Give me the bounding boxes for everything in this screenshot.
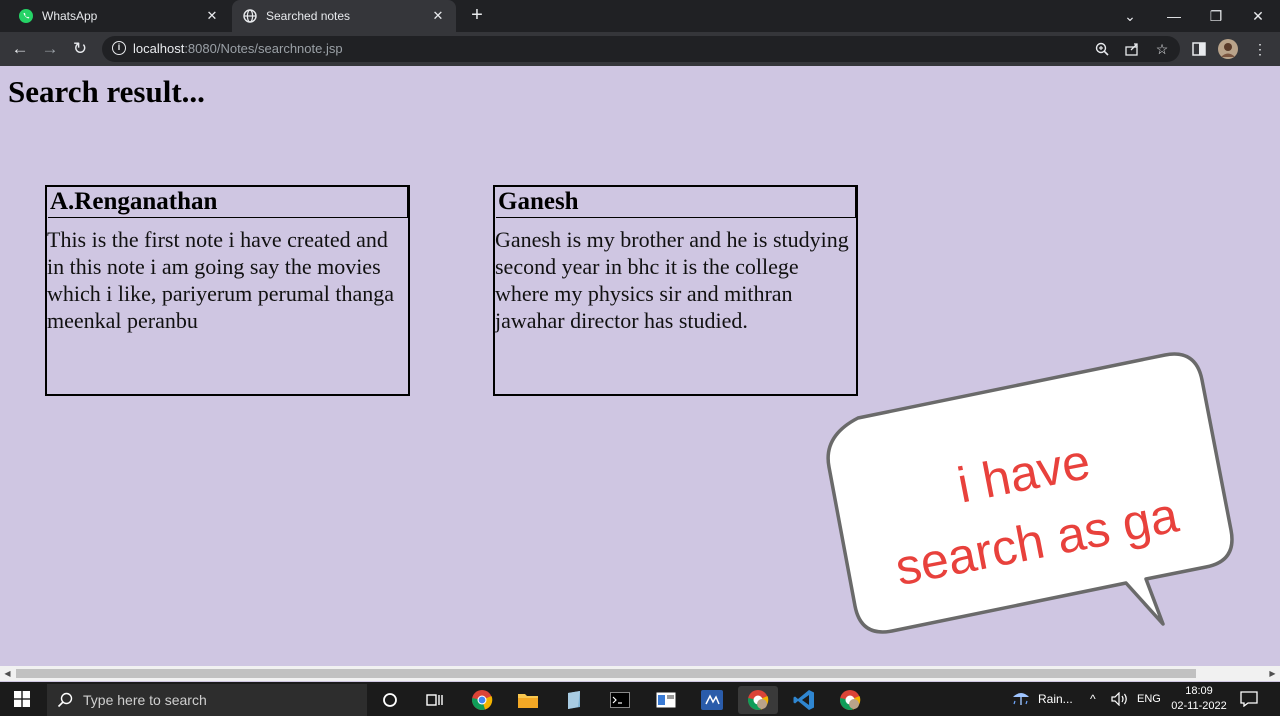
new-tab-button[interactable]: + xyxy=(466,4,488,26)
side-panel-icon[interactable] xyxy=(1189,39,1209,59)
window-close-button[interactable]: ✕ xyxy=(1236,0,1280,32)
share-icon[interactable] xyxy=(1122,39,1142,59)
url-text[interactable]: localhost:8080/Notes/searchnote.jsp xyxy=(133,41,343,56)
close-icon[interactable]: ✕ xyxy=(204,8,220,24)
url-path: :8080/Notes/searchnote.jsp xyxy=(184,41,343,56)
close-icon[interactable]: ✕ xyxy=(430,8,446,24)
clock-time: 18:09 xyxy=(1185,685,1213,697)
site-info-icon[interactable]: i xyxy=(112,41,126,55)
scrollbar-thumb[interactable] xyxy=(16,669,1196,678)
tab-label: Searched notes xyxy=(266,9,351,23)
note-card: Ganesh Ganesh is my brother and he is st… xyxy=(493,185,858,396)
annotation-line-1: i have xyxy=(953,433,1095,513)
show-hidden-icons-chevron-icon[interactable]: ^ xyxy=(1090,682,1096,716)
search-icon xyxy=(57,692,73,708)
weather-text: Rain... xyxy=(1038,692,1073,706)
annotation-line-2: search as ga xyxy=(891,486,1183,596)
taskbar-search-input[interactable]: Type here to search xyxy=(47,684,367,716)
clock-date: 02-11-2022 xyxy=(1171,700,1227,712)
whatsapp-icon xyxy=(18,8,34,24)
language-indicator[interactable]: ENG xyxy=(1137,682,1161,716)
tab-whatsapp[interactable]: WhatsApp ✕ xyxy=(8,0,230,32)
note-title: A.Renganathan xyxy=(48,187,408,218)
code-tool-icon[interactable] xyxy=(698,686,726,714)
globe-icon xyxy=(242,8,258,24)
reload-icon[interactable]: ↻ xyxy=(68,37,92,61)
tab-label: WhatsApp xyxy=(42,9,98,23)
page-title: Search result... xyxy=(8,74,205,109)
tab-search-chevron-icon[interactable]: ⌄ xyxy=(1108,0,1152,32)
volume-icon[interactable] xyxy=(1111,682,1129,716)
file-explorer-icon[interactable] xyxy=(514,686,542,714)
chrome-second-icon[interactable] xyxy=(836,686,864,714)
bookmark-star-icon[interactable]: ☆ xyxy=(1152,39,1172,59)
note-body: This is the first note i have created an… xyxy=(47,227,394,333)
notes-app-icon[interactable] xyxy=(560,686,588,714)
horizontal-scrollbar[interactable]: ◀ ▶ xyxy=(0,666,1280,681)
search-placeholder: Type here to search xyxy=(83,692,207,708)
cortana-icon[interactable] xyxy=(376,686,404,714)
note-title: Ganesh xyxy=(496,187,856,218)
weather-widget[interactable]: Rain... xyxy=(1010,682,1073,716)
menu-icon[interactable]: ⋮ xyxy=(1250,39,1270,59)
avatar[interactable] xyxy=(1218,39,1238,59)
notification-icon[interactable] xyxy=(1240,682,1258,716)
back-arrow-icon[interactable]: ← xyxy=(8,37,32,61)
url-host: localhost xyxy=(133,41,185,56)
chrome-profile-icon[interactable] xyxy=(738,686,778,714)
clock[interactable]: 18:09 02-11-2022 xyxy=(1164,684,1234,714)
windows-start-icon[interactable] xyxy=(6,684,38,714)
note-card: A.Renganathan This is the first note i h… xyxy=(45,185,410,396)
weather-rain-icon xyxy=(1010,688,1032,711)
restore-button[interactable]: ❐ xyxy=(1194,0,1238,32)
tab-searched-notes[interactable]: Searched notes ✕ xyxy=(232,0,456,32)
scroll-left-arrow-icon[interactable]: ◀ xyxy=(0,666,15,681)
chrome-icon[interactable] xyxy=(468,686,496,714)
note-body: Ganesh is my brother and he is studying … xyxy=(495,227,849,333)
minimize-button[interactable]: — xyxy=(1152,0,1196,32)
terminal-icon[interactable] xyxy=(606,686,634,714)
task-view-icon[interactable] xyxy=(421,686,449,714)
app-window-icon[interactable] xyxy=(652,686,680,714)
zoom-icon[interactable] xyxy=(1092,39,1112,59)
scroll-right-arrow-icon[interactable]: ▶ xyxy=(1265,666,1280,681)
forward-arrow-icon[interactable]: → xyxy=(38,37,62,61)
vscode-icon[interactable] xyxy=(790,686,818,714)
